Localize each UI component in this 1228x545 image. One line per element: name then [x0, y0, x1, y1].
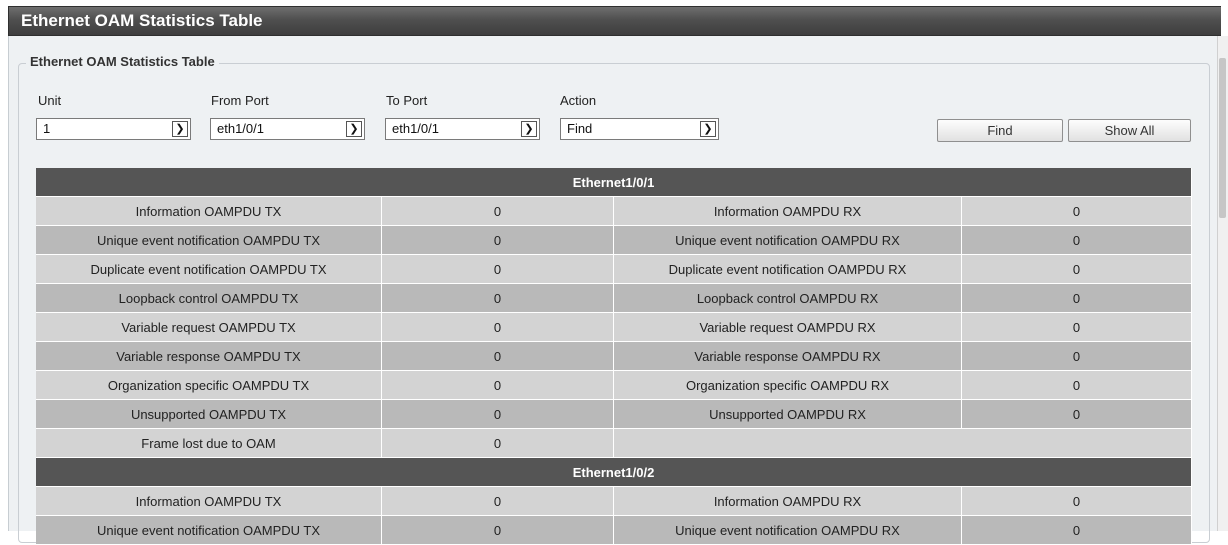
tx-label-cell: Organization specific OAMPDU TX — [36, 371, 382, 400]
to-port-select-value: eth1/0/1 — [392, 121, 439, 136]
rx-value-cell: 0 — [962, 255, 1193, 284]
find-button[interactable]: Find — [937, 119, 1063, 142]
rx-label-cell: Information OAMPDU RX — [614, 197, 962, 226]
tx-value-cell: 0 — [382, 197, 614, 226]
tx-value-cell: 0 — [382, 400, 614, 429]
tx-label-cell: Duplicate event notification OAMPDU TX — [36, 255, 382, 284]
rx-label-cell: Organization specific OAMPDU RX — [614, 371, 962, 400]
window-titlebar: Ethernet OAM Statistics Table — [8, 6, 1221, 36]
rx-label-cell: Variable request OAMPDU RX — [614, 313, 962, 342]
unit-select[interactable]: 1 ❯ — [36, 118, 191, 140]
chevron-down-icon: ❯ — [346, 121, 362, 137]
tx-label-cell: Information OAMPDU TX — [36, 197, 382, 226]
rx-value-cell: 0 — [962, 197, 1193, 226]
table-row: Loopback control OAMPDU TX 0 Loopback co… — [36, 284, 1193, 313]
rx-label-cell: Information OAMPDU RX — [614, 487, 962, 516]
tx-label-cell: Unique event notification OAMPDU TX — [36, 226, 382, 255]
tx-label-cell: Variable response OAMPDU TX — [36, 342, 382, 371]
table-row: Information OAMPDU TX 0 Information OAMP… — [36, 487, 1193, 516]
port-header-cell: Ethernet1/0/2 — [36, 458, 1193, 487]
rx-label-cell: Loopback control OAMPDU RX — [614, 284, 962, 313]
table-row: Variable response OAMPDU TX 0 Variable r… — [36, 342, 1193, 371]
oam-statistics-table: Ethernet1/0/1 Information OAMPDU TX 0 In… — [36, 168, 1193, 545]
table-row: Unique event notification OAMPDU TX 0 Un… — [36, 226, 1193, 255]
rx-label-cell: Duplicate event notification OAMPDU RX — [614, 255, 962, 284]
vertical-scrollbar[interactable] — [1217, 36, 1228, 531]
tx-label-cell: Loopback control OAMPDU TX — [36, 284, 382, 313]
tx-value-cell: 0 — [382, 226, 614, 255]
table-row: Frame lost due to OAM 0 — [36, 429, 1193, 458]
table-row: Organization specific OAMPDU TX 0 Organi… — [36, 371, 1193, 400]
action-select[interactable]: Find ❯ — [560, 118, 719, 140]
rx-label-cell: Unsupported OAMPDU RX — [614, 400, 962, 429]
tx-value-cell: 0 — [382, 342, 614, 371]
rx-value-cell: 0 — [962, 284, 1193, 313]
scrollbar-thumb[interactable] — [1219, 58, 1226, 218]
rx-value-cell: 0 — [962, 371, 1193, 400]
tx-label-cell: Information OAMPDU TX — [36, 487, 382, 516]
table-row: Information OAMPDU TX 0 Information OAMP… — [36, 197, 1193, 226]
port-group-header: Ethernet1/0/1 — [36, 168, 1193, 197]
fieldset-legend: Ethernet OAM Statistics Table — [26, 54, 219, 69]
chevron-down-icon: ❯ — [172, 121, 188, 137]
tx-value-cell: 0 — [382, 429, 614, 458]
empty-cell — [614, 429, 1193, 458]
rx-label-cell: Unique event notification OAMPDU RX — [614, 226, 962, 255]
port-header-cell: Ethernet1/0/1 — [36, 168, 1193, 197]
from-port-select-value: eth1/0/1 — [217, 121, 264, 136]
port-group-header: Ethernet1/0/2 — [36, 458, 1193, 487]
unit-label: Unit — [38, 93, 62, 108]
rx-value-cell: 0 — [962, 400, 1193, 429]
tx-label-cell: Unsupported OAMPDU TX — [36, 400, 382, 429]
window-title: Ethernet OAM Statistics Table — [21, 11, 263, 30]
table-row: Variable request OAMPDU TX 0 Variable re… — [36, 313, 1193, 342]
rx-label-cell: Variable response OAMPDU RX — [614, 342, 962, 371]
to-port-select[interactable]: eth1/0/1 ❯ — [385, 118, 540, 140]
show-all-button[interactable]: Show All — [1068, 119, 1191, 142]
action-select-value: Find — [567, 121, 593, 136]
table-row: Unsupported OAMPDU TX 0 Unsupported OAMP… — [36, 400, 1193, 429]
from-port-select[interactable]: eth1/0/1 ❯ — [210, 118, 365, 140]
rx-value-cell: 0 — [962, 313, 1193, 342]
rx-value-cell: 0 — [962, 342, 1193, 371]
chevron-down-icon: ❯ — [521, 121, 537, 137]
from-port-label: From Port — [211, 93, 269, 108]
tx-label-cell: Variable request OAMPDU TX — [36, 313, 382, 342]
action-label: Action — [560, 93, 597, 108]
tx-value-cell: 0 — [382, 313, 614, 342]
tx-value-cell: 0 — [382, 284, 614, 313]
tx-value-cell: 0 — [382, 487, 614, 516]
tx-label-cell: Frame lost due to OAM — [36, 429, 382, 458]
rx-value-cell: 0 — [962, 226, 1193, 255]
tx-value-cell: 0 — [382, 255, 614, 284]
chevron-down-icon: ❯ — [700, 121, 716, 137]
rx-value-cell: 0 — [962, 487, 1193, 516]
table-row: Duplicate event notification OAMPDU TX 0… — [36, 255, 1193, 284]
tx-value-cell: 0 — [382, 371, 614, 400]
unit-select-value: 1 — [43, 121, 51, 136]
to-port-label: To Port — [386, 93, 428, 108]
